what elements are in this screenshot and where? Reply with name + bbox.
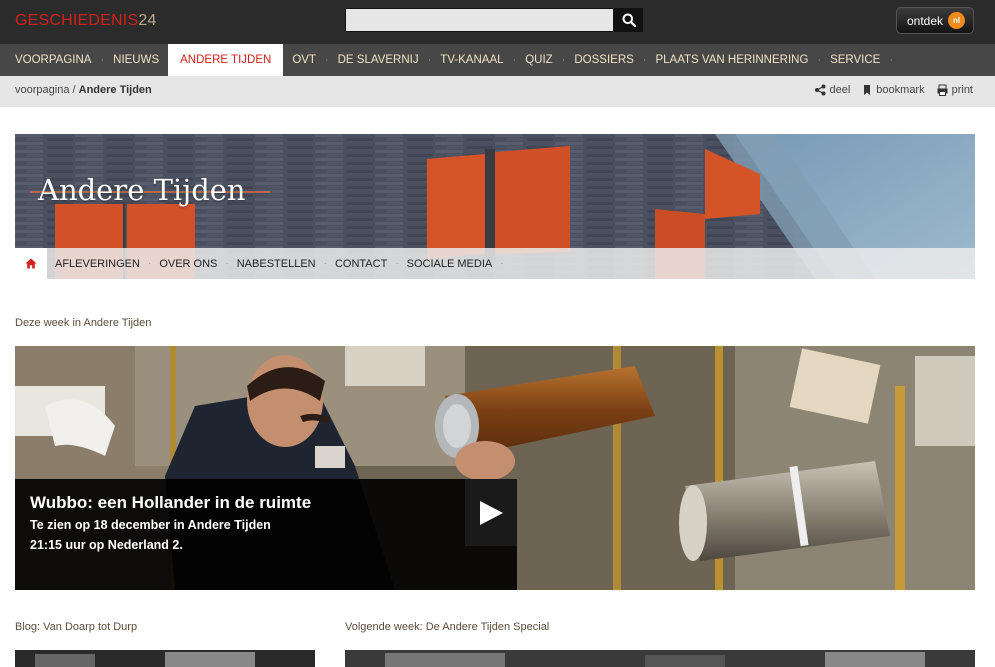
nl-badge-icon: nl (948, 12, 966, 29)
main-nav-item-plaats-van-herinnering[interactable]: PLAATS VAN HERINNERING (646, 44, 817, 76)
breadcrumb-current: Andere Tijden (78, 84, 152, 96)
next-week-thumbnail[interactable] (345, 650, 975, 667)
main-nav-item-quiz[interactable]: QUIZ (516, 44, 561, 76)
main-nav-item-nieuws[interactable]: NIEUWS (104, 44, 168, 76)
feature-title[interactable]: Wubbo: een Hollander in de ruimte (30, 493, 311, 513)
play-icon (480, 500, 503, 525)
share-icon (814, 84, 825, 96)
program-subnav: AFLEVERINGEN · OVER ONS · NABESTELLEN · CONTAC… (15, 248, 975, 279)
main-nav-item-service[interactable]: SERVICE (821, 44, 889, 76)
nav-separator: · (889, 54, 894, 66)
site-logo[interactable]: GESCHIEDENIS24 (15, 12, 157, 30)
page-tools: deel bookmark print (814, 84, 973, 96)
breadcrumb: voorpagina / Andere Tijden (15, 84, 152, 96)
feature-section-label: Deze week in Andere Tijden (15, 317, 152, 329)
print-button[interactable]: print (937, 84, 973, 96)
top-bar: GESCHIEDENIS24 ontdek nl (0, 0, 995, 44)
search-input[interactable] (345, 8, 614, 32)
ontdek-label: ontdek (907, 13, 944, 28)
print-icon (937, 84, 948, 96)
logo-number: 24 (138, 12, 157, 29)
feature-airdate: Te zien op 18 december in Andere Tijden (30, 518, 271, 532)
subnav-item-nabestellen[interactable]: NABESTELLEN (229, 258, 324, 270)
subnav-separator: · (500, 258, 504, 269)
breadcrumb-bar: voorpagina / Andere Tijden deel bookmark… (0, 76, 995, 107)
subnav-item-over-ons[interactable]: OVER ONS (151, 258, 225, 270)
next-week-thumbnail-image (345, 650, 975, 667)
main-nav-item-ovt[interactable]: OVT (283, 44, 325, 76)
blog-thumbnail[interactable] (15, 650, 315, 667)
breadcrumb-home-link[interactable]: voorpagina (15, 84, 69, 96)
main-nav-item-dossiers[interactable]: DOSSIERS (565, 44, 642, 76)
play-button[interactable] (465, 479, 517, 546)
blog-section-label: Blog: Van Doarp tot Durp (15, 621, 138, 633)
main-nav: VOORPAGINA · NIEUWS ANDERE TIJDEN OVT · DE SLA… (0, 44, 995, 76)
share-label: deel (829, 84, 851, 96)
subnav-item-afleveringen[interactable]: AFLEVERINGEN (47, 258, 148, 270)
feature-caption[interactable]: Wubbo: een Hollander in de ruimte Te zie… (15, 479, 517, 590)
breadcrumb-separator: / (72, 84, 76, 96)
bookmark-icon (864, 85, 871, 95)
search-icon (622, 13, 636, 27)
home-icon (25, 258, 37, 269)
next-week-section-label: Volgende week: De Andere Tijden Special (345, 621, 550, 633)
bookmark-label: bookmark (876, 84, 925, 96)
ontdek-nl-button[interactable]: ontdek nl (896, 7, 974, 34)
program-home-button[interactable] (15, 248, 47, 279)
banner-title: Andere Tijden (38, 173, 246, 207)
search-box (345, 8, 643, 32)
search-button[interactable] (614, 8, 643, 32)
main-nav-item-andere-tijden[interactable]: ANDERE TIJDEN (168, 44, 284, 76)
subnav-item-contact[interactable]: CONTACT (327, 258, 395, 270)
share-button[interactable]: deel (814, 84, 851, 96)
main-nav-item-tv-kanaal[interactable]: TV-KANAAL (431, 44, 512, 76)
blog-thumbnail-image (15, 650, 315, 667)
main-nav-item-de-slavernij[interactable]: DE SLAVERNIJ (329, 44, 428, 76)
main-nav-item-voorpagina[interactable]: VOORPAGINA (6, 44, 100, 76)
subnav-item-sociale-media[interactable]: SOCIALE MEDIA (399, 258, 501, 270)
logo-word: GESCHIEDENIS (15, 12, 139, 29)
feature-airtime: 21:15 uur op Nederland 2. (30, 538, 183, 552)
print-label: print (951, 84, 973, 96)
bookmark-button[interactable]: bookmark (862, 84, 925, 96)
